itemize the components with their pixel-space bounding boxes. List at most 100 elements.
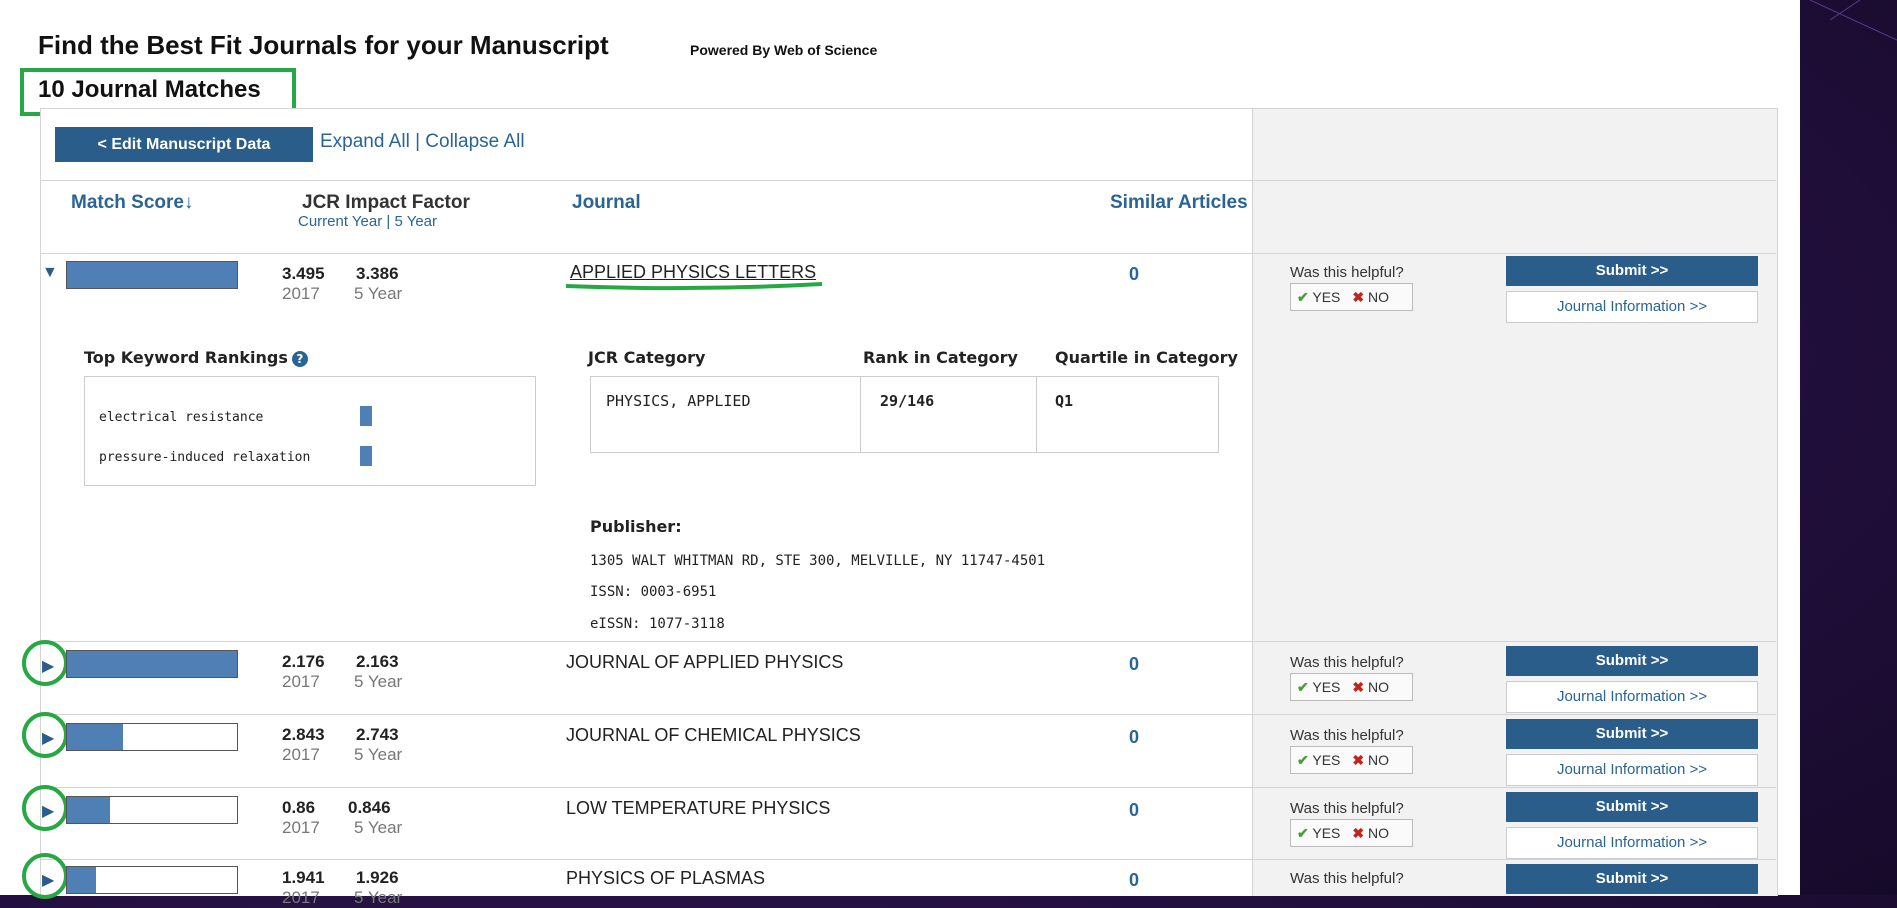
- journal-name-link[interactable]: PHYSICS OF PLASMAS: [566, 868, 765, 889]
- journal-name-link[interactable]: LOW TEMPERATURE PHYSICS: [566, 798, 830, 819]
- similar-articles-count[interactable]: 0: [1129, 654, 1139, 675]
- yes-button[interactable]: ✔ YES: [1291, 752, 1346, 769]
- submit-button[interactable]: Submit >>: [1506, 256, 1758, 286]
- match-score-bar: [66, 261, 238, 289]
- impact-factor-5yr: 2.743: [356, 725, 399, 744]
- annotation-circle: [22, 785, 68, 831]
- collapse-icon[interactable]: ▼: [42, 264, 58, 282]
- helpful-toggle: ✔ YES ✖ NO: [1290, 673, 1413, 701]
- jcr-category-header: JCR Category: [588, 348, 706, 367]
- cell-divider: [1036, 377, 1037, 452]
- impact-factor-current: 2.843: [282, 725, 325, 744]
- page-body: Find the Best Fit Journals for your Manu…: [0, 0, 1800, 907]
- impact-factor-current: 2.176: [282, 652, 325, 671]
- background-decoration: [1809, 0, 1897, 41]
- jcr-category-table: [590, 376, 1219, 453]
- help-icon[interactable]: ?: [291, 350, 308, 367]
- journal-name-link[interactable]: JOURNAL OF APPLIED PHYSICS: [566, 652, 843, 673]
- cell-divider: [860, 377, 861, 452]
- rank-value: 29/146: [880, 392, 935, 410]
- powered-by-text: Powered By Web of Science: [690, 42, 878, 58]
- year-label: 2017: [282, 672, 320, 691]
- match-score-bar: [66, 650, 238, 678]
- yes-button[interactable]: ✔ YES: [1291, 289, 1346, 306]
- row-divider: [40, 787, 1776, 788]
- impact-factor-subheader[interactable]: Current Year | 5 Year: [298, 213, 437, 230]
- five-year-label: 5 Year: [354, 672, 403, 691]
- helpful-label: Was this helpful?: [1290, 654, 1404, 671]
- similar-articles-header: Similar Articles: [1110, 192, 1248, 213]
- annotation-circle: [22, 640, 68, 686]
- check-icon: ✔: [1297, 288, 1309, 305]
- journal-name-link[interactable]: JOURNAL OF CHEMICAL PHYSICS: [566, 725, 861, 746]
- no-button[interactable]: ✖ NO: [1346, 679, 1395, 696]
- submit-button[interactable]: Submit >>: [1506, 719, 1758, 749]
- helpful-label: Was this helpful?: [1290, 800, 1404, 817]
- x-icon: ✖: [1352, 678, 1365, 695]
- similar-articles-count[interactable]: 0: [1129, 727, 1139, 748]
- row-divider: [40, 859, 1776, 860]
- impact-factor-5yr: 1.926: [356, 868, 399, 887]
- match-score-fill: [67, 797, 110, 823]
- match-score-header[interactable]: Match Score↓: [71, 192, 193, 214]
- rank-in-category-header: Rank in Category: [863, 348, 1018, 367]
- row-divider: [40, 253, 1776, 254]
- journal-information-button[interactable]: Journal Information >>: [1506, 754, 1758, 786]
- match-score-fill: [67, 867, 96, 893]
- results-panel: [40, 108, 1272, 896]
- yes-button[interactable]: ✔ YES: [1291, 679, 1346, 696]
- similar-articles-count[interactable]: 0: [1129, 800, 1139, 821]
- match-score-fill: [67, 651, 237, 677]
- match-score-fill: [67, 724, 124, 750]
- five-year-label: 5 Year: [354, 284, 403, 303]
- check-icon: ✔: [1297, 678, 1309, 695]
- submit-button[interactable]: Submit >>: [1506, 864, 1758, 894]
- impact-factor-5yr: 2.163: [356, 652, 399, 671]
- journal-information-button[interactable]: Journal Information >>: [1506, 681, 1758, 713]
- no-button[interactable]: ✖ NO: [1346, 825, 1395, 842]
- row-divider: [40, 641, 1776, 642]
- impact-factor-current: 0.86: [282, 798, 316, 817]
- quartile-in-category-header: Quartile in Category: [1055, 348, 1238, 367]
- page-title: Find the Best Fit Journals for your Manu…: [38, 30, 609, 60]
- check-icon: ✔: [1297, 751, 1309, 768]
- year-label: 2017: [282, 818, 320, 837]
- similar-articles-count[interactable]: 0: [1129, 264, 1139, 285]
- match-score-bar: [66, 723, 238, 751]
- quartile-value: Q1: [1055, 392, 1074, 410]
- year-label: 2017: [282, 284, 320, 303]
- keyword-item: electrical resistance: [99, 410, 264, 425]
- match-score-bar: [66, 796, 238, 824]
- helpful-label: Was this helpful?: [1290, 727, 1404, 744]
- submit-button[interactable]: Submit >>: [1506, 646, 1758, 676]
- no-button[interactable]: ✖ NO: [1346, 752, 1395, 769]
- five-year-label: 5 Year: [354, 888, 403, 907]
- journal-header: Journal: [572, 192, 641, 213]
- similar-articles-count[interactable]: 0: [1129, 870, 1139, 891]
- no-button[interactable]: ✖ NO: [1346, 289, 1395, 306]
- five-year-label: 5 Year: [354, 745, 403, 764]
- annotation-circle: [22, 712, 68, 758]
- impact-factor-5yr: 0.846: [348, 798, 391, 817]
- edit-manuscript-button[interactable]: < Edit Manuscript Data: [55, 127, 313, 162]
- year-label: 2017: [282, 888, 320, 907]
- x-icon: ✖: [1352, 288, 1365, 305]
- journal-information-button[interactable]: Journal Information >>: [1506, 827, 1758, 859]
- keyword-rank-bar: [360, 406, 372, 426]
- yes-button[interactable]: ✔ YES: [1291, 825, 1346, 842]
- helpful-label: Was this helpful?: [1290, 870, 1404, 887]
- year-label: 2017: [282, 745, 320, 764]
- issn-value: ISSN: 0003-6951: [590, 584, 717, 600]
- x-icon: ✖: [1352, 751, 1365, 768]
- journal-information-button[interactable]: Journal Information >>: [1506, 291, 1758, 323]
- keyword-item: pressure-induced relaxation: [99, 450, 311, 465]
- publisher-address: 1305 WALT WHITMAN RD, STE 300, MELVILLE,…: [590, 553, 1046, 569]
- annotation-circle: [22, 853, 68, 899]
- submit-button[interactable]: Submit >>: [1506, 792, 1758, 822]
- impact-factor-5yr: 3.386: [356, 264, 399, 283]
- helpful-label: Was this helpful?: [1290, 264, 1404, 281]
- expand-collapse-links[interactable]: Expand All | Collapse All: [320, 131, 525, 153]
- helpful-toggle: ✔ YES ✖ NO: [1290, 283, 1413, 311]
- helpful-toggle: ✔ YES ✖ NO: [1290, 819, 1413, 847]
- jcr-category-value: PHYSICS, APPLIED: [606, 392, 751, 410]
